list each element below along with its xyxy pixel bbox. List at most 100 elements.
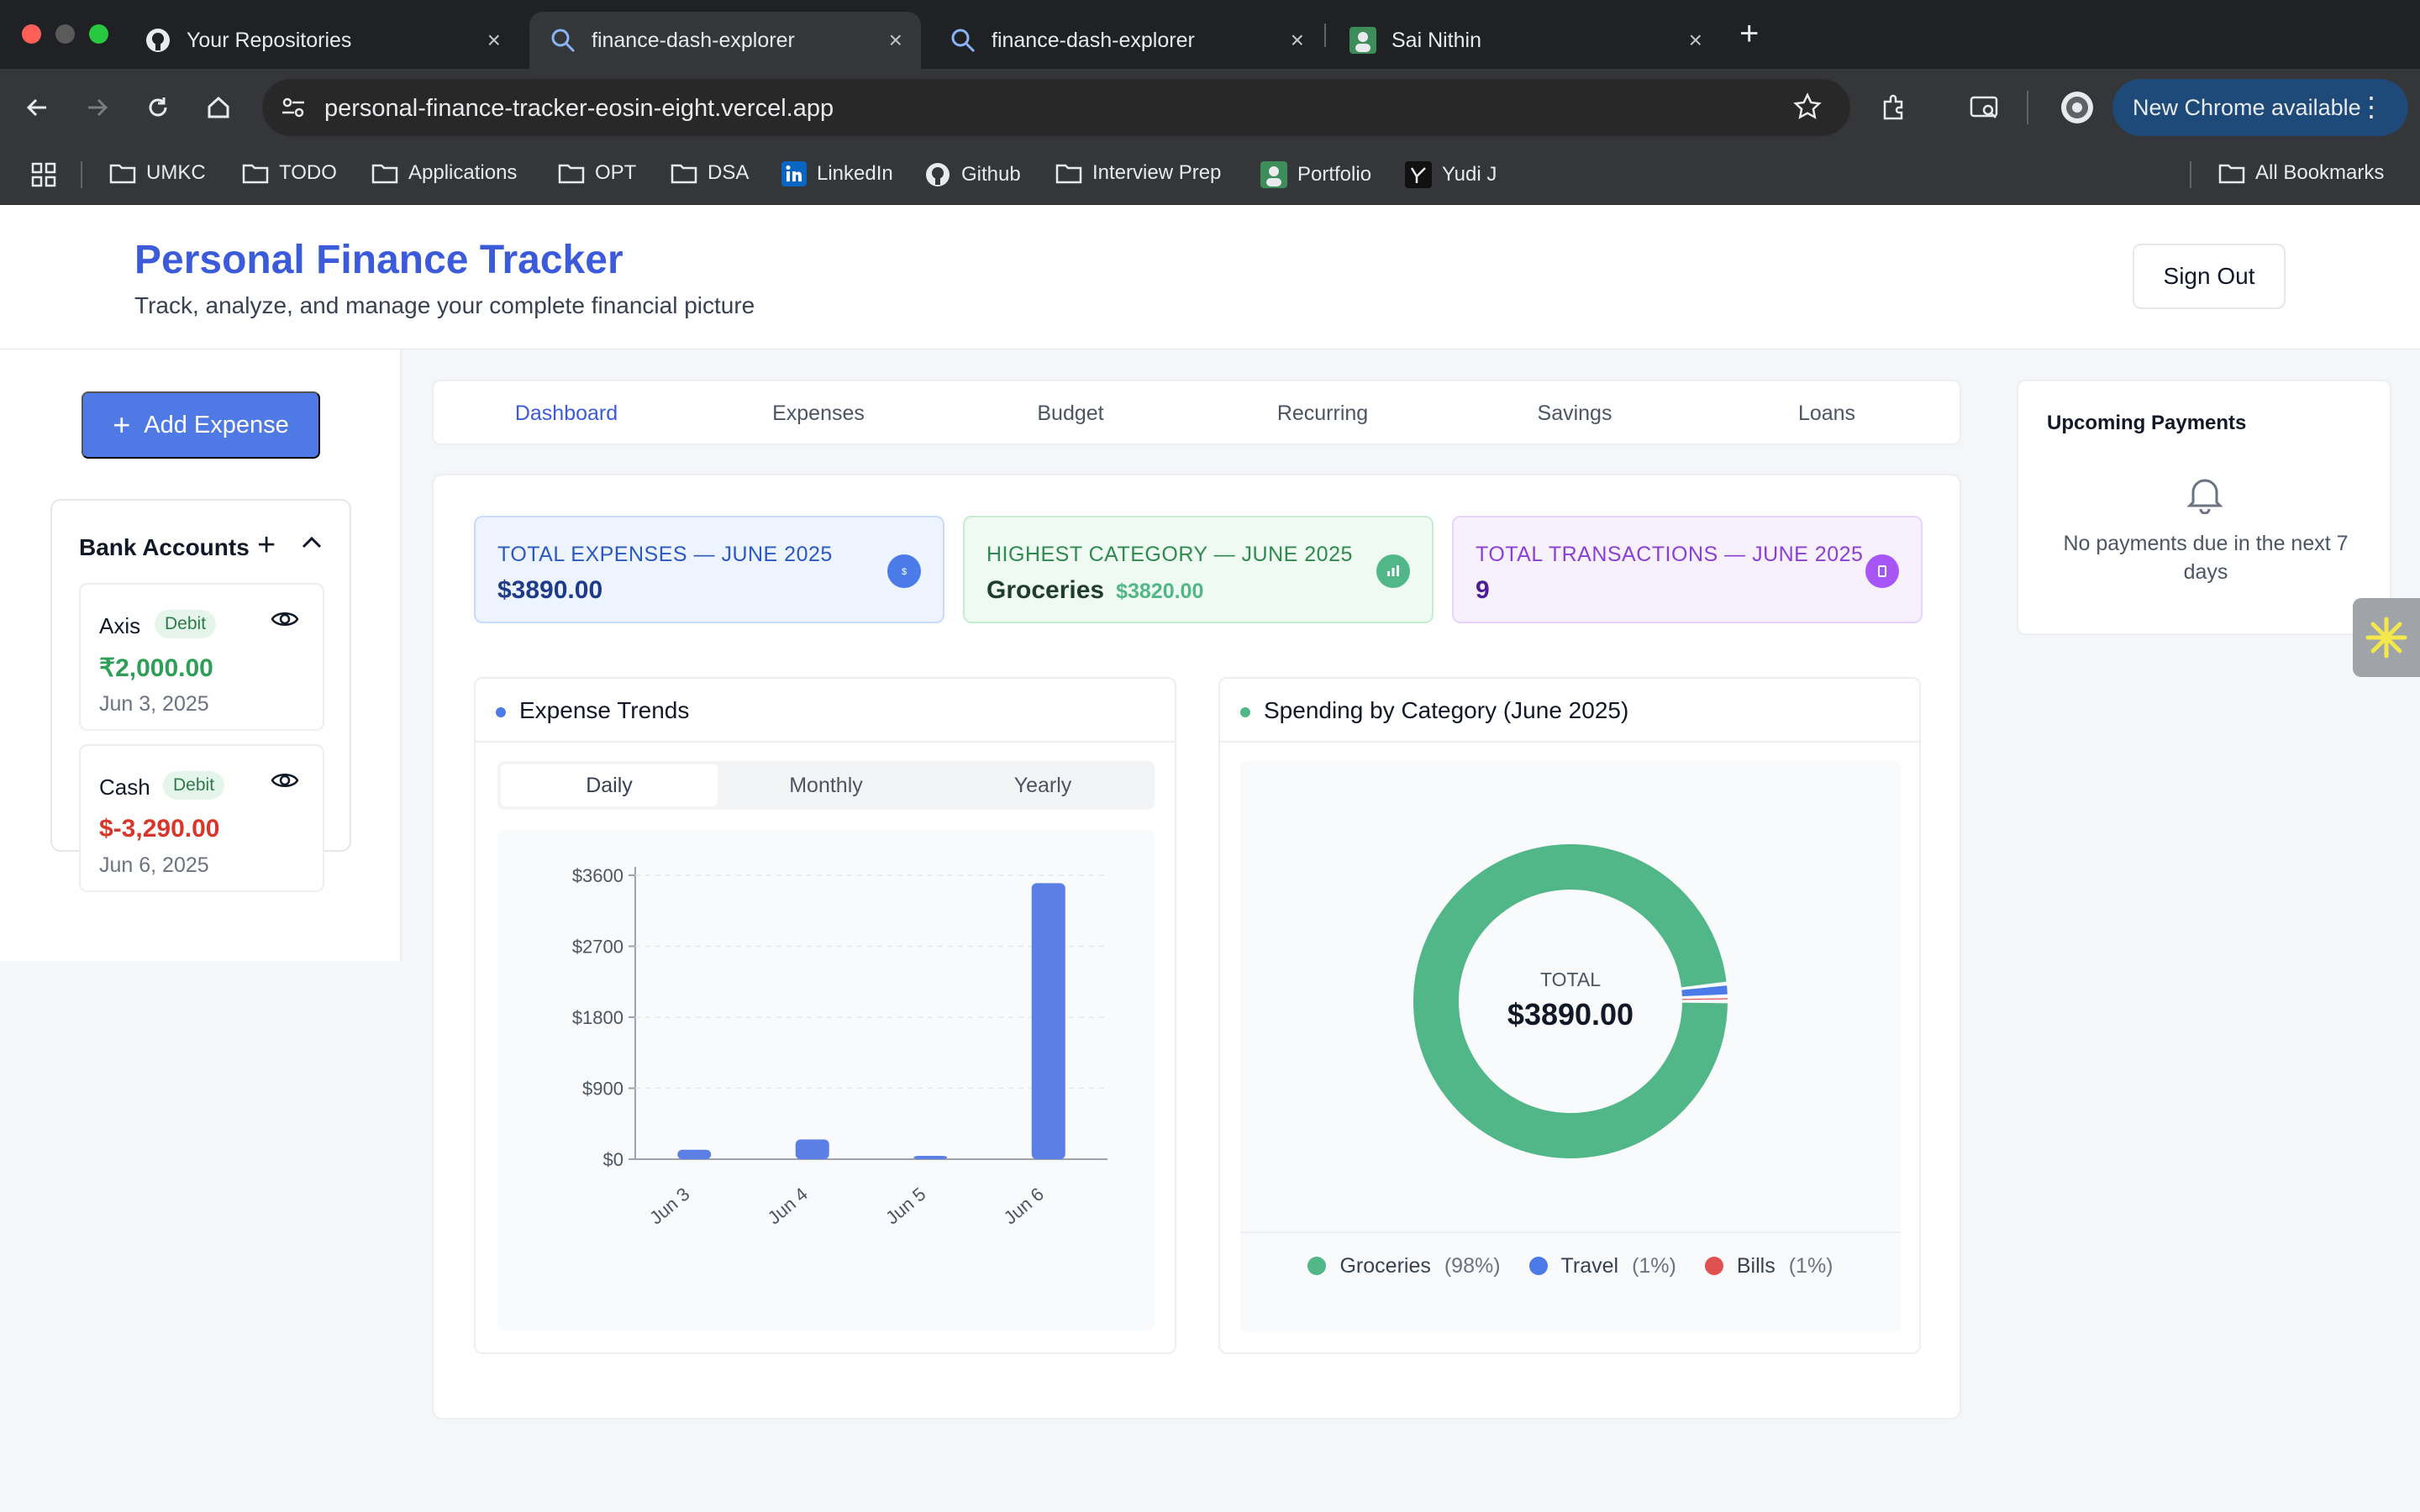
period-toggle: Daily Monthly Yearly (497, 761, 1155, 810)
site-settings-icon[interactable] (281, 96, 306, 123)
account-date: Jun 3, 2025 (99, 692, 209, 716)
browser-tab[interactable]: finance-dash-explorer × (929, 12, 1323, 69)
tab-recurring[interactable]: Recurring (1277, 402, 1368, 426)
close-tab-icon[interactable]: × (1291, 29, 1304, 52)
stat-label: TOTAL EXPENSES — JUNE 2025 (497, 543, 833, 566)
bell-icon (2186, 474, 2223, 518)
highest-category-name: Groceries (986, 576, 1105, 604)
expense-trends-card: Expense Trends Daily Monthly Yearly $0 $9… (474, 677, 1176, 1354)
browser-tab[interactable]: Sai Nithin × (1329, 12, 1721, 69)
sidebar: + Add Expense Bank Accounts + Axis Debit… (0, 349, 402, 961)
browser-tab-active[interactable]: finance-dash-explorer × (529, 12, 921, 69)
all-bookmarks[interactable]: All Bookmarks (2218, 161, 2384, 185)
x-tick-label: Jun 4 (764, 1184, 812, 1229)
account-card-axis[interactable]: Axis Debit ₹2,000.00 Jun 3, 2025 (79, 583, 324, 731)
category-donut-chart: TOTAL $3890.00 (1413, 844, 1728, 1158)
dashboard-panel: TOTAL EXPENSES — JUNE 2025 $3890.00 $ HI… (432, 474, 1961, 1420)
bookmark-interview-prep[interactable]: Interview Prep (1055, 161, 1221, 185)
bookmark-applications[interactable]: Applications (371, 161, 517, 185)
more-menu-icon[interactable]: ⋮ (2358, 91, 2385, 123)
bookmark-star-icon[interactable] (1793, 92, 1822, 125)
bar (795, 1139, 829, 1159)
minimize-window-button[interactable] (55, 24, 75, 44)
sparkle-icon (2365, 617, 2407, 659)
eye-icon[interactable] (271, 608, 299, 634)
browser-tab-bar: Your Repositories × finance-dash-explore… (0, 0, 2420, 69)
account-balance: $-3,290.00 (99, 815, 220, 843)
tab-search-icon[interactable] (1968, 91, 2002, 124)
new-tab-button[interactable]: + (1739, 15, 1759, 53)
sign-out-button[interactable]: Sign Out (2133, 244, 2286, 309)
main-nav-tabs: Dashboard Expenses Budget Recurring Savi… (432, 380, 1961, 445)
bar (913, 1156, 948, 1159)
bookmark-opt[interactable]: OPT (558, 161, 636, 185)
close-tab-icon[interactable]: × (889, 29, 902, 52)
tab-savings[interactable]: Savings (1538, 402, 1612, 426)
y-tick-label: $1800 (572, 1007, 623, 1028)
bar-chart-icon (1376, 554, 1410, 588)
apps-grid-icon[interactable] (30, 161, 57, 192)
legend-item-bills[interactable]: Bills (1%) (1704, 1254, 1833, 1278)
add-expense-button[interactable]: + Add Expense (82, 391, 320, 459)
folder-icon (371, 164, 398, 184)
expense-trends-title: Expense Trends (519, 697, 690, 723)
back-icon[interactable] (20, 91, 54, 124)
folder-icon (558, 164, 585, 184)
maximize-window-button[interactable] (89, 24, 108, 44)
account-card-cash[interactable]: Cash Debit $-3,290.00 Jun 6, 2025 (79, 744, 324, 892)
tab-loans[interactable]: Loans (1798, 402, 1855, 426)
browser-tab[interactable]: Your Repositories × (124, 12, 519, 69)
highest-category-amount: $3820.00 (1116, 580, 1204, 603)
bookmark-todo[interactable]: TODO (242, 161, 337, 185)
home-icon[interactable] (202, 91, 235, 124)
period-daily-button[interactable]: Daily (501, 764, 718, 806)
chevron-up-icon[interactable] (301, 534, 323, 554)
close-window-button[interactable] (22, 24, 41, 44)
plus-icon: + (113, 407, 131, 442)
tab-title: Your Repositories (187, 28, 352, 52)
bookmark-umkc[interactable]: UMKC (109, 161, 206, 185)
tab-title: finance-dash-explorer (592, 28, 795, 52)
bank-accounts-title: Bank Accounts (79, 534, 250, 560)
assistant-widget-button[interactable] (2353, 598, 2420, 677)
category-legend: Groceries (98%) Travel (1%) Bills (1%) (1240, 1231, 1901, 1299)
page-title: Personal Finance Tracker (134, 238, 623, 282)
profile-avatar-icon[interactable] (2060, 91, 2094, 124)
account-type-badge: Debit (163, 771, 225, 800)
stat-label: HIGHEST CATEGORY — JUNE 2025 (986, 543, 1353, 566)
period-monthly-button[interactable]: Monthly (718, 764, 934, 806)
tab-budget[interactable]: Budget (1037, 402, 1103, 426)
forward-icon[interactable] (81, 91, 114, 124)
dollar-icon: $ (887, 554, 921, 588)
legend-item-travel[interactable]: Travel (1%) (1528, 1254, 1676, 1278)
account-type-badge: Debit (155, 610, 217, 638)
no-payments-message: No payments due in the next 7 days (2063, 532, 2349, 584)
github-icon (926, 163, 950, 186)
bookmark-github[interactable]: Github (924, 161, 1021, 188)
reload-icon[interactable] (141, 91, 175, 124)
period-yearly-button[interactable]: Yearly (934, 764, 1151, 806)
stat-total-expenses: TOTAL EXPENSES — JUNE 2025 $3890.00 $ (474, 516, 944, 623)
bookmark-linkedin[interactable]: LinkedIn (781, 161, 893, 186)
eye-icon[interactable] (271, 769, 299, 795)
legend-swatch (1307, 1257, 1327, 1275)
legend-item-groceries[interactable]: Groceries (98%) (1307, 1254, 1501, 1278)
bullet-icon (1240, 707, 1250, 717)
bookmarks-bar: UMKC TODO Applications OPT DSA LinkedIn … (0, 144, 2420, 205)
url-text: personal-finance-tracker-eosin-eight.ver… (324, 95, 834, 122)
close-tab-icon[interactable]: × (487, 29, 501, 52)
legend-swatch (1528, 1257, 1548, 1275)
tab-expenses[interactable]: Expenses (772, 402, 865, 426)
address-bar[interactable]: personal-finance-tracker-eosin-eight.ver… (262, 79, 1850, 136)
bank-accounts-card: Bank Accounts + Axis Debit ₹2,000.00 Jun… (50, 499, 351, 892)
new-chrome-available-button[interactable]: New Chrome available ⋮ (2112, 79, 2408, 136)
close-tab-icon[interactable]: × (1689, 29, 1702, 52)
add-account-icon[interactable]: + (257, 528, 276, 564)
bookmark-dsa[interactable]: DSA (671, 161, 749, 185)
x-tick-label: Jun 6 (1000, 1184, 1048, 1229)
extensions-icon[interactable] (1877, 91, 1911, 124)
bookmark-yudi-j[interactable]: Yudi J (1405, 161, 1497, 188)
tab-dashboard[interactable]: Dashboard (515, 402, 618, 426)
x-tick-label: Jun 5 (881, 1184, 929, 1229)
bookmark-portfolio[interactable]: Portfolio (1260, 161, 1371, 188)
